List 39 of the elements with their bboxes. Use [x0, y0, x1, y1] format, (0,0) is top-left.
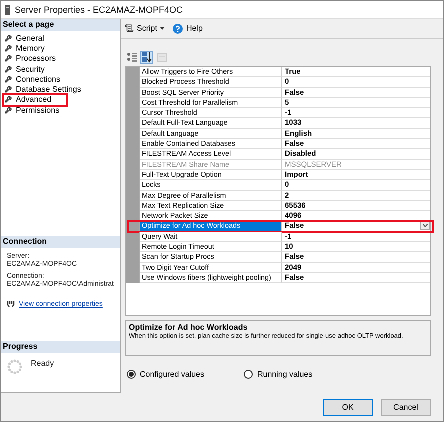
- spinner-icon: [7, 359, 23, 375]
- sidebar-item[interactable]: General: [4, 33, 66, 44]
- wrench-icon: [5, 55, 12, 62]
- wrench-icon: [5, 44, 12, 52]
- caret-icon: [160, 27, 166, 30]
- sidebar-item[interactable]: Processors: [4, 54, 66, 64]
- sidebar-item[interactable]: Permissions: [4, 105, 66, 116]
- window-title: Server Properties - EC2AMAZ-MOPF4OC: [15, 4, 184, 14]
- sort-icon: [142, 52, 152, 62]
- wrench-icon: [5, 86, 12, 94]
- categorized-icon: [126, 52, 136, 62]
- section-heading: Connection: [1, 236, 120, 248]
- progress-status: Ready: [31, 359, 54, 370]
- sidebar-item[interactable]: Advanced: [4, 94, 66, 106]
- wrench-icon: [5, 66, 12, 73]
- wrench-icon: [5, 34, 12, 42]
- section-heading: Progress: [1, 341, 120, 353]
- property-pages-icon: [156, 52, 166, 62]
- chevron-icon: [422, 224, 428, 228]
- server-icon: [5, 4, 10, 14]
- sidebar-item[interactable]: Memory: [4, 43, 66, 54]
- wrench-icon: [5, 106, 12, 114]
- help-button[interactable]: Help: [173, 24, 203, 34]
- radio-option[interactable]: Configured values: [127, 370, 204, 379]
- dialog-button[interactable]: Cancel: [381, 398, 431, 416]
- dialog-button[interactable]: OK: [323, 398, 373, 416]
- sidebar-item[interactable]: Database Settings: [4, 84, 82, 95]
- help-icon: [173, 24, 184, 34]
- script-icon: [125, 24, 134, 33]
- radio-option[interactable]: Running values: [244, 370, 313, 379]
- grid-view-button[interactable]: [140, 50, 153, 64]
- description-title: Optimize for Ad hoc Workloads: [129, 323, 249, 332]
- script-button[interactable]: Script: [125, 24, 166, 33]
- sidebar-item[interactable]: Security: [4, 64, 66, 74]
- wrench-icon: [5, 96, 12, 104]
- connection-icon: [7, 301, 15, 308]
- section-heading: Select a page: [1, 19, 120, 31]
- sidebar-item[interactable]: Connections: [4, 74, 66, 84]
- wrench-icon: [5, 76, 12, 83]
